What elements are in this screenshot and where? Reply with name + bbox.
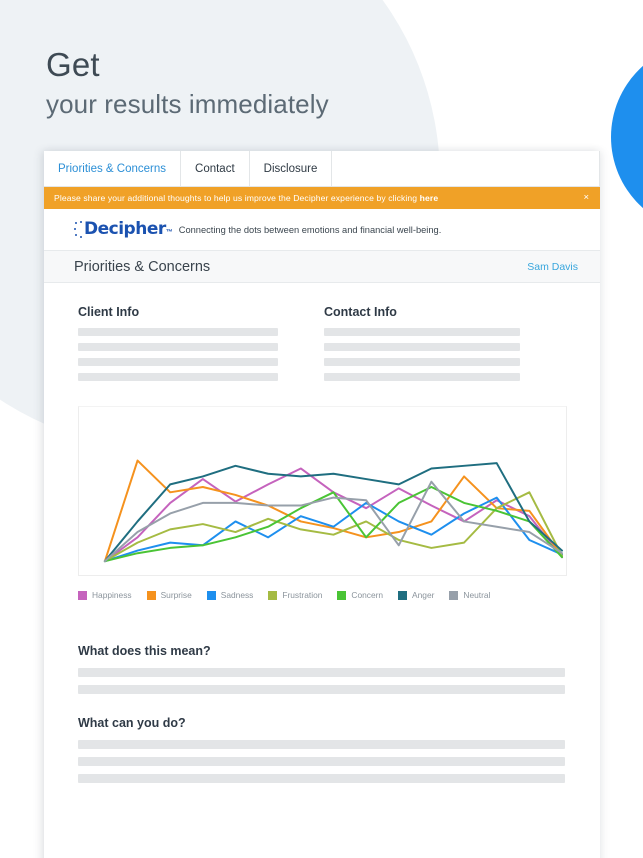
info-sections-row: Client Info Contact Info [78,305,570,388]
legend-swatch-icon [449,590,459,600]
legend-swatch-icon [78,590,87,600]
placeholder-bar [78,358,278,366]
placeholder-bar [324,373,520,381]
notification-alert-bar: Please share your additional thoughts to… [44,187,600,209]
placeholder-bar [324,358,520,366]
what-does-this-mean-section: What does this mean? [78,644,570,694]
placeholder-bar [78,774,565,783]
contact-info-heading: Contact Info [324,305,397,319]
legend-item-surprise[interactable]: Surprise [146,590,192,600]
legend-label: Surprise [160,590,192,600]
alert-here-link[interactable]: here [420,193,439,203]
tab-priorities-and-concerns[interactable]: Priorities & Concerns [44,151,182,186]
tab-bar: Priorities & Concerns Contact Disclosure [44,151,600,187]
close-icon[interactable]: × [580,193,592,203]
page-title-band: Priorities & Concerns Sam Davis [44,251,600,283]
placeholder-bar [78,685,565,694]
alert-message: Please share your additional thoughts to… [54,193,580,203]
logo-dots-icon [74,221,83,238]
what-does-this-mean-heading: What does this mean? [78,644,211,658]
logo-tagline: Connecting the dots between emotions and… [178,224,442,235]
legend-item-neutral[interactable]: Neutral [449,590,490,600]
chart-legend: Happiness Surprise Sadness Frustration Conce… [78,590,578,600]
background-blue-circle [611,42,643,232]
what-can-you-do-section: What can you do? [78,716,570,783]
placeholder-bar [78,740,565,749]
page-body: Client Info Contact Info Happiness Surpr… [44,283,600,783]
legend-item-concern[interactable]: Concern [337,590,383,600]
placeholder-bar [78,668,565,677]
placeholder-bar [78,343,278,351]
what-can-you-do-heading: What can you do? [78,716,186,730]
hero-headline-line1: Get [46,46,100,83]
logo-trademark-symbol: ™ [165,229,173,236]
legend-swatch-icon [146,590,156,600]
hero-headline-line2: your results immediately [46,89,329,119]
legend-swatch-icon [398,590,408,600]
legend-label: Sadness [220,590,254,600]
legend-label: Neutral [463,590,491,600]
legend-swatch-icon [206,590,216,600]
legend-item-happiness[interactable]: Happiness [78,590,132,600]
current-user-link[interactable]: Sam Davis [527,261,578,273]
placeholder-bar [78,757,565,766]
legend-item-frustration[interactable]: Frustration [268,590,322,600]
screenshot-root: Get your results immediately Priorities … [0,0,643,858]
tab-bar-filler [332,151,600,186]
hero-headline: Get your results immediately [46,45,329,121]
emotion-line-chart-svg [103,459,564,563]
placeholder-bar [324,328,520,336]
contact-info-section: Contact Info [324,305,524,388]
legend-label: Concern [351,590,384,600]
placeholder-bar [78,328,278,336]
tab-contact[interactable]: Contact [181,151,250,186]
placeholder-bar [78,373,278,381]
client-info-section: Client Info [78,305,278,388]
legend-label: Happiness [92,590,132,600]
tab-disclosure[interactable]: Disclosure [249,151,333,186]
brand-logo-band: Decipher ™ Connecting the dots between e… [44,209,600,251]
app-window-card: Priorities & Concerns Contact Disclosure… [44,151,600,858]
decipher-logo: Decipher ™ [74,221,173,238]
legend-item-sadness[interactable]: Sadness [206,590,254,600]
alert-message-text: Please share your additional thoughts to… [54,193,420,203]
client-info-heading: Client Info [78,305,140,319]
legend-label: Frustration [282,590,323,600]
logo-wordmark: Decipher [84,219,166,239]
page-title: Priorities & Concerns [74,258,211,275]
legend-label: Anger [412,590,435,600]
legend-swatch-icon [268,590,278,600]
legend-swatch-icon [337,590,347,600]
emotion-line-chart [78,406,567,576]
legend-item-anger[interactable]: Anger [398,590,434,600]
placeholder-bar [324,343,520,351]
